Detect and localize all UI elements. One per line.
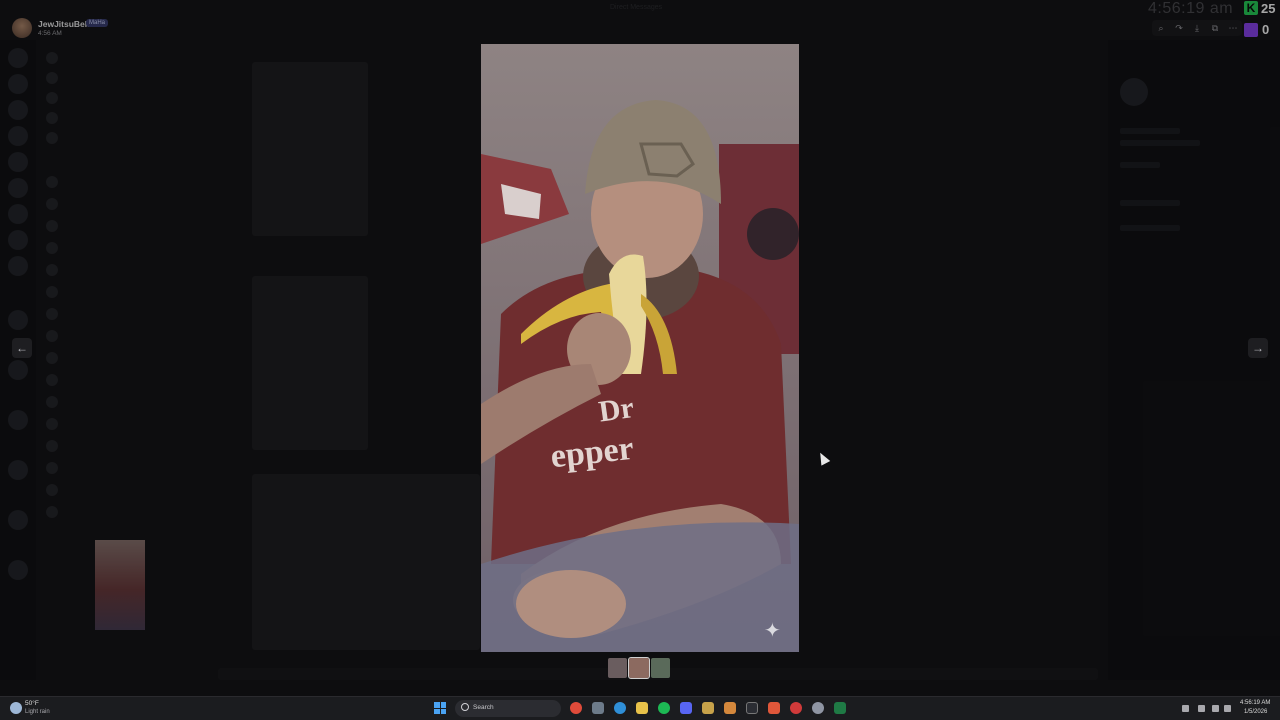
microphone-icon[interactable]	[1198, 705, 1205, 712]
weather-icon[interactable]	[10, 702, 22, 714]
search-icon	[461, 703, 469, 711]
chevron-up-icon[interactable]	[1182, 705, 1189, 712]
file-explorer-icon[interactable]	[636, 702, 648, 714]
network-icon[interactable]	[1212, 705, 1219, 712]
arrow-left-icon: ←	[16, 341, 28, 355]
weather-description: Light rain	[25, 709, 50, 715]
taskbar: 50°F Light rain Search 4:56:19 AM 1/5/20…	[0, 696, 1280, 720]
media-thumbnail[interactable]	[628, 657, 650, 679]
previous-media-button[interactable]: ←	[12, 338, 32, 358]
volume-icon[interactable]	[1224, 705, 1231, 712]
spotify-icon[interactable]	[658, 702, 670, 714]
media-photo-illustration: Dr epper	[481, 44, 799, 652]
taskbar-date[interactable]: 1/5/2026	[1244, 709, 1267, 715]
media-thumbnail-strip	[608, 657, 670, 679]
chrome-icon[interactable]	[570, 702, 582, 714]
taskbar-search[interactable]: Search	[455, 700, 561, 717]
media-thumbnail[interactable]	[650, 658, 670, 678]
media-thumbnail[interactable]	[608, 658, 628, 678]
next-media-button[interactable]: →	[1248, 338, 1268, 358]
media-image[interactable]: Dr epper	[481, 44, 799, 652]
terminal-icon[interactable]	[746, 702, 758, 714]
app-icon[interactable]	[592, 702, 604, 714]
app-icon[interactable]	[702, 702, 714, 714]
edge-icon[interactable]	[614, 702, 626, 714]
app-icon[interactable]	[790, 702, 802, 714]
search-label: Search	[473, 704, 494, 711]
sparkle-icon[interactable]: ✦	[764, 618, 781, 643]
discord-icon[interactable]	[680, 702, 692, 714]
app-icon[interactable]	[724, 702, 736, 714]
taskbar-time[interactable]: 4:56:19 AM	[1240, 700, 1270, 706]
excel-icon[interactable]	[834, 702, 846, 714]
svg-text:Dr: Dr	[597, 391, 636, 429]
brave-icon[interactable]	[768, 702, 780, 714]
arrow-right-icon: →	[1252, 341, 1264, 355]
start-button[interactable]	[434, 702, 446, 714]
weather-temperature: 50°F	[25, 700, 39, 707]
settings-icon[interactable]	[812, 702, 824, 714]
